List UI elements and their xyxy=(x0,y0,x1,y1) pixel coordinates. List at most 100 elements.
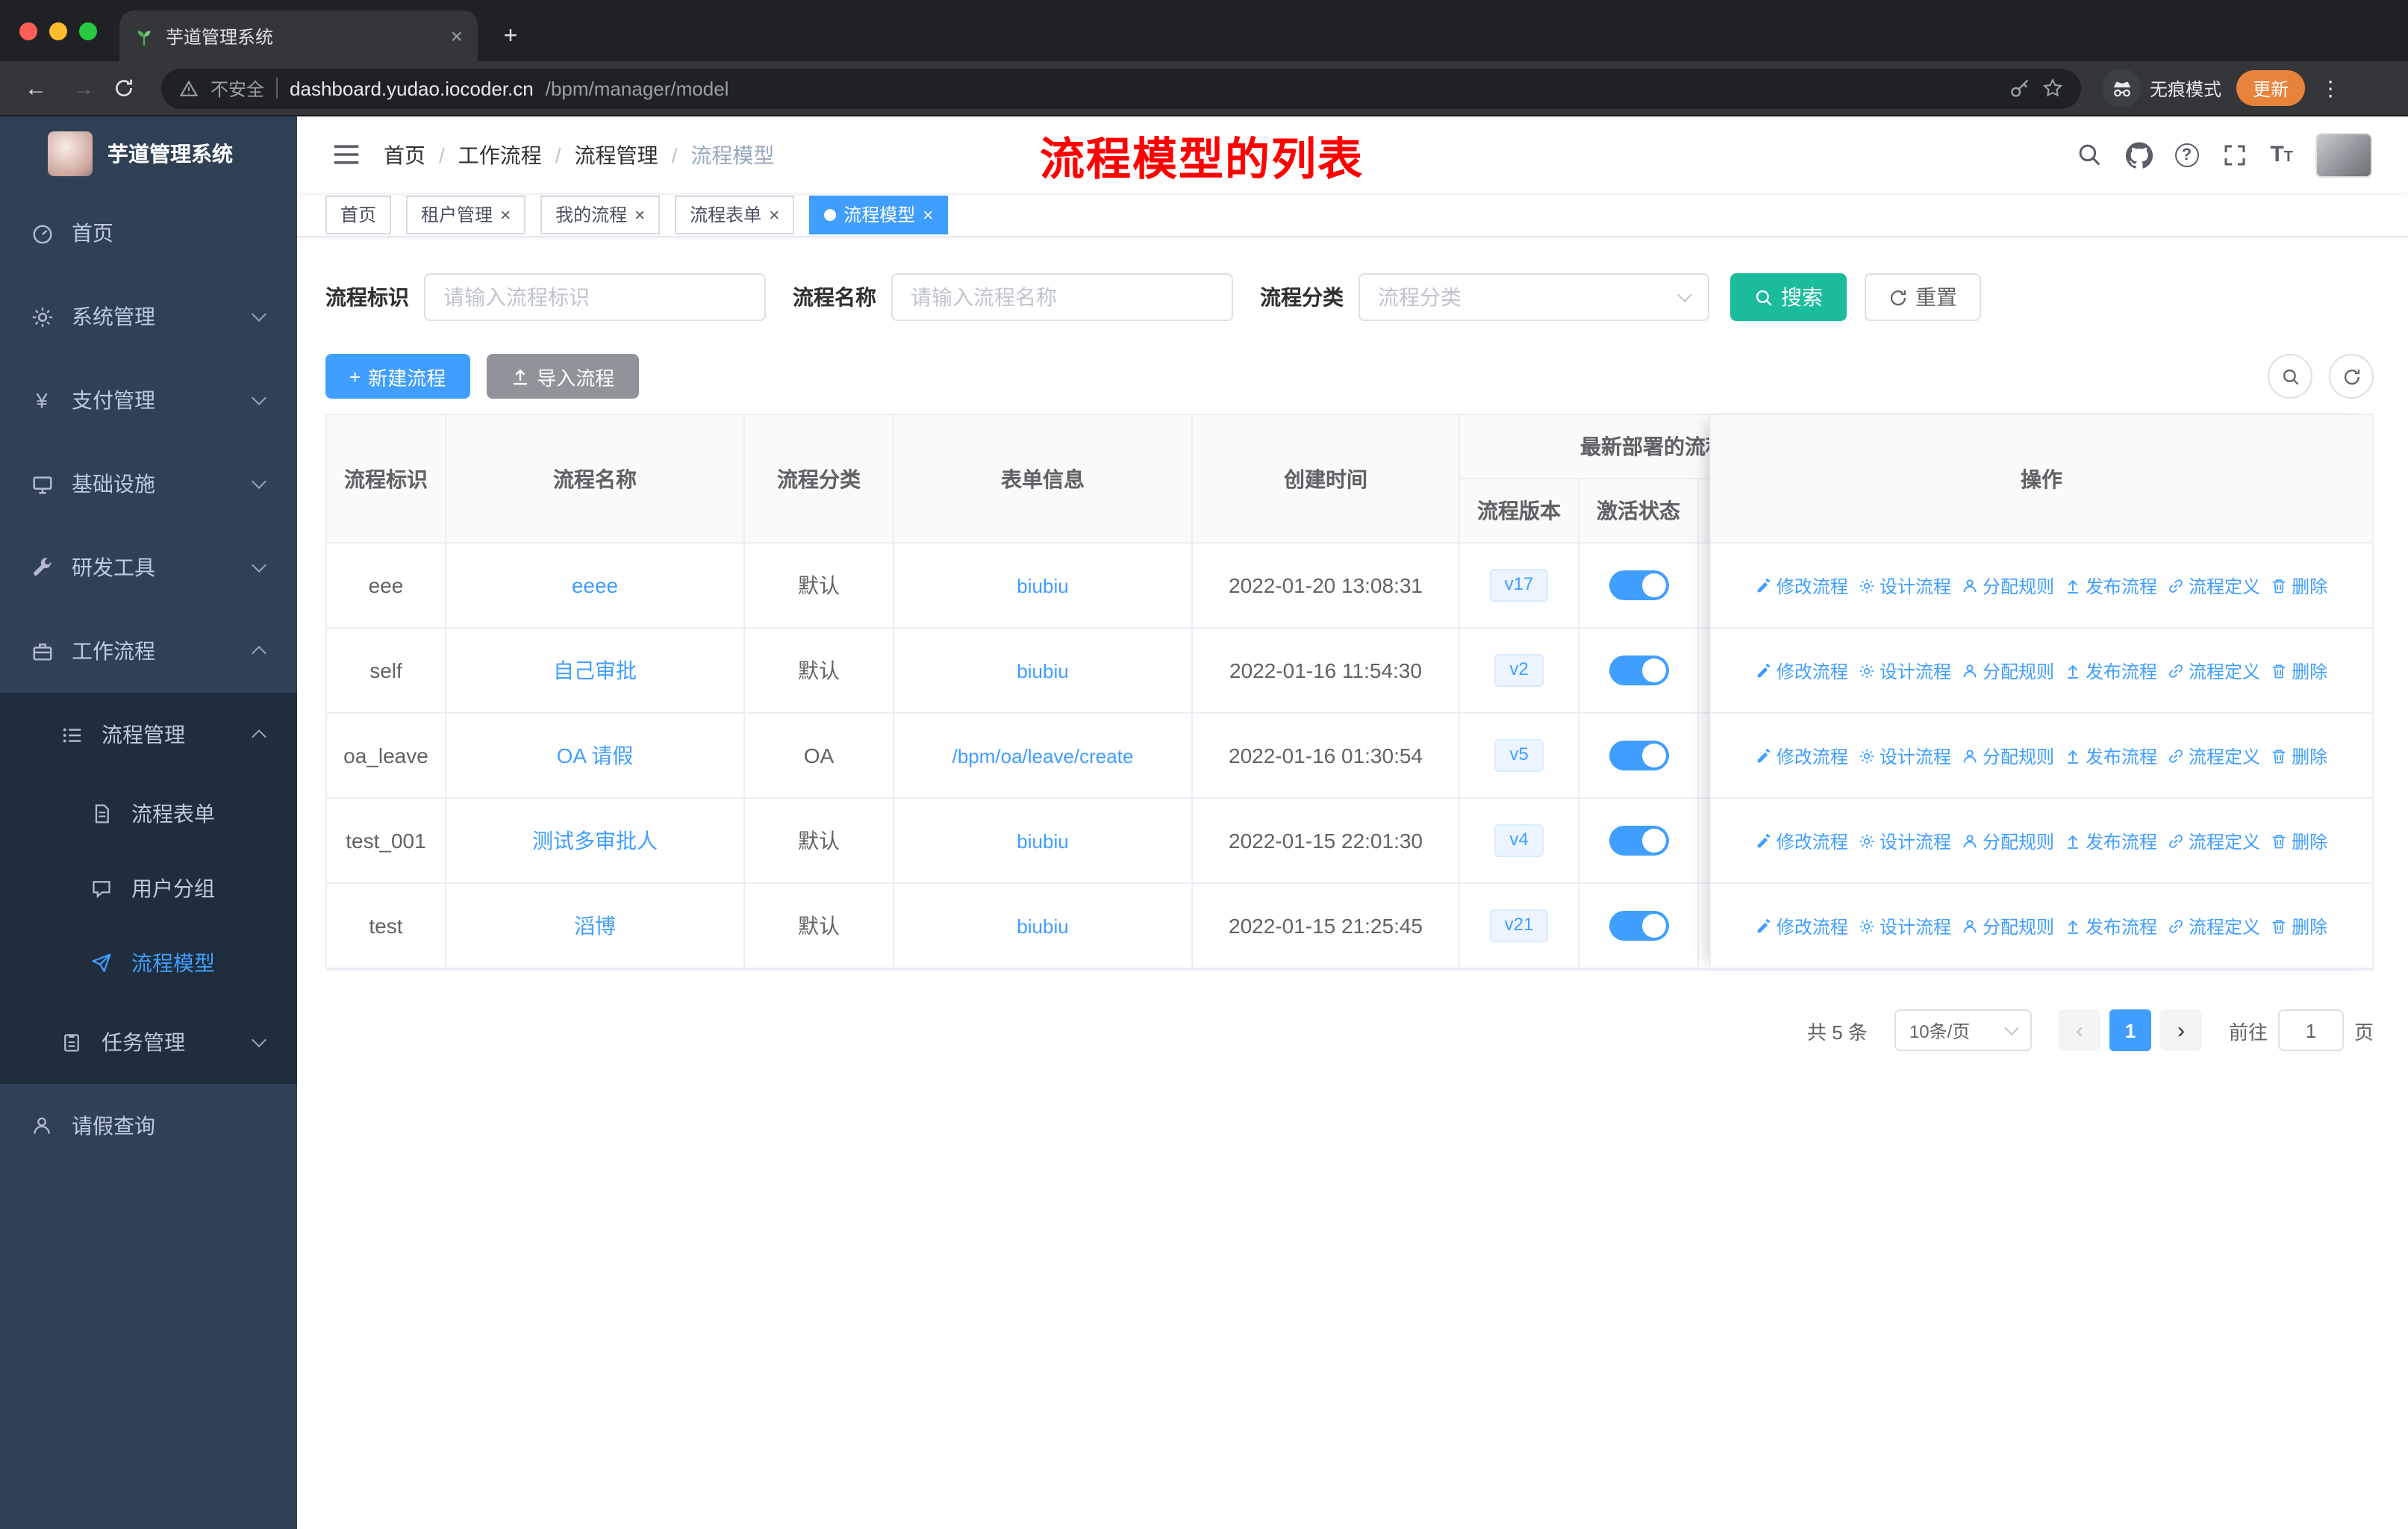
sidebar-item-process-model[interactable]: 流程模型 xyxy=(0,926,297,1000)
process-name-link[interactable]: 自己审批 xyxy=(553,655,637,685)
publish-process-link[interactable]: 发布流程 xyxy=(2065,913,2157,938)
delete-process-link[interactable]: 删除 xyxy=(2271,913,2327,938)
browser-menu-icon[interactable]: ⋮ xyxy=(2320,75,2341,101)
font-size-icon[interactable]: TT xyxy=(2270,142,2293,167)
import-process-button[interactable]: 导入流程 xyxy=(486,354,639,399)
assign-rule-link[interactable]: 分配规则 xyxy=(1962,743,2054,768)
assign-rule-link[interactable]: 分配规则 xyxy=(1962,658,2054,683)
process-name-link[interactable]: eeee xyxy=(572,573,618,597)
delete-process-link[interactable]: 删除 xyxy=(2271,743,2327,768)
avatar[interactable] xyxy=(2315,132,2372,177)
process-name-link[interactable]: 测试多审批人 xyxy=(532,826,658,856)
active-toggle[interactable] xyxy=(1609,826,1668,856)
publish-process-link[interactable]: 发布流程 xyxy=(2065,828,2157,853)
tag-tenant[interactable]: 租户管理 × xyxy=(406,195,526,234)
process-definition-link[interactable]: 流程定义 xyxy=(2168,573,2260,598)
new-tab-button[interactable]: + xyxy=(496,24,525,51)
delete-process-link[interactable]: 删除 xyxy=(2271,573,2327,598)
delete-process-link[interactable]: 删除 xyxy=(2271,658,2327,683)
fullscreen-icon[interactable] xyxy=(2221,141,2248,168)
tab-close-icon[interactable]: × xyxy=(451,24,463,48)
close-icon[interactable]: × xyxy=(500,205,511,223)
form-info-link[interactable]: /bpm/oa/leave/create xyxy=(952,744,1134,767)
breadcrumb-home[interactable]: 首页 xyxy=(384,140,458,169)
search-button[interactable]: 搜索 xyxy=(1730,273,1847,321)
show-search-button[interactable] xyxy=(2268,354,2312,399)
process-definition-link[interactable]: 流程定义 xyxy=(2168,743,2260,768)
sidebar-item-devtools[interactable]: 研发工具 xyxy=(0,526,297,609)
tag-process-model[interactable]: 流程模型 × xyxy=(809,195,949,234)
process-name-input[interactable] xyxy=(891,273,1233,321)
close-window-button[interactable] xyxy=(19,22,37,40)
bookmark-star-icon[interactable] xyxy=(2042,78,2063,99)
active-toggle[interactable] xyxy=(1609,911,1668,941)
tag-process-form[interactable]: 流程表单 × xyxy=(675,195,795,234)
sidebar-item-home[interactable]: 首页 xyxy=(0,191,297,275)
form-info-link[interactable]: biubiu xyxy=(1017,829,1068,852)
create-process-button[interactable]: + 新建流程 xyxy=(325,354,470,399)
sidebar-item-user-group[interactable]: 用户分组 xyxy=(0,851,297,926)
assign-rule-link[interactable]: 分配规则 xyxy=(1962,828,2054,853)
edit-process-link[interactable]: 修改流程 xyxy=(1756,743,1848,768)
prev-page-button[interactable]: ‹ xyxy=(2058,1009,2100,1051)
app-logo-row[interactable]: 芋道管理系统 xyxy=(0,116,297,191)
search-icon[interactable] xyxy=(2076,141,2103,168)
process-name-link[interactable]: OA 请假 xyxy=(557,741,634,770)
active-toggle[interactable] xyxy=(1609,741,1668,770)
refresh-table-button[interactable] xyxy=(2329,354,2374,399)
process-name-link[interactable]: 滔博 xyxy=(574,911,616,941)
close-icon[interactable]: × xyxy=(923,205,933,223)
form-info-link[interactable]: biubiu xyxy=(1017,659,1068,682)
active-toggle[interactable] xyxy=(1609,655,1668,685)
delete-process-link[interactable]: 删除 xyxy=(2271,828,2327,853)
active-toggle[interactable] xyxy=(1609,570,1668,600)
current-page-button[interactable]: 1 xyxy=(2109,1009,2151,1051)
design-process-link[interactable]: 设计流程 xyxy=(1859,658,1951,683)
browser-tab[interactable]: 芋道管理系统 × xyxy=(119,10,478,61)
publish-process-link[interactable]: 发布流程 xyxy=(2065,658,2157,683)
address-bar[interactable]: 不安全 dashboard.yudao.iocoder.cn/bpm/manag… xyxy=(161,68,2081,108)
edit-process-link[interactable]: 修改流程 xyxy=(1756,573,1848,598)
breadcrumb-process-manage[interactable]: 流程管理 xyxy=(575,140,691,169)
sidebar-item-process-form[interactable]: 流程表单 xyxy=(0,776,297,851)
edit-process-link[interactable]: 修改流程 xyxy=(1756,913,1848,938)
github-icon[interactable] xyxy=(2125,141,2153,168)
assign-rule-link[interactable]: 分配规则 xyxy=(1962,913,2054,938)
form-info-link[interactable]: biubiu xyxy=(1017,574,1068,597)
design-process-link[interactable]: 设计流程 xyxy=(1859,828,1951,853)
next-page-button[interactable]: › xyxy=(2159,1009,2202,1051)
sidebar-item-workflow[interactable]: 工作流程 xyxy=(0,609,297,693)
back-button[interactable]: ← xyxy=(18,75,54,101)
close-icon[interactable]: × xyxy=(769,205,779,223)
process-definition-link[interactable]: 流程定义 xyxy=(2168,913,2260,938)
goto-page-input[interactable] xyxy=(2277,1009,2344,1051)
password-key-icon[interactable] xyxy=(2009,78,2030,99)
tag-my-process[interactable]: 我的流程 × xyxy=(540,195,661,234)
sidebar-item-process-manage[interactable]: 流程管理 xyxy=(0,693,297,776)
process-definition-link[interactable]: 流程定义 xyxy=(2168,658,2260,683)
reset-button[interactable]: 重置 xyxy=(1865,273,1981,321)
assign-rule-link[interactable]: 分配规则 xyxy=(1962,573,2054,598)
sidebar-item-task-manage[interactable]: 任务管理 xyxy=(0,1000,297,1084)
sidebar-item-payment[interactable]: ¥ 支付管理 xyxy=(0,358,297,442)
sidebar-item-infra[interactable]: 基础设施 xyxy=(0,442,297,526)
reload-button[interactable] xyxy=(113,78,149,99)
tag-home[interactable]: 首页 xyxy=(325,195,392,234)
process-definition-link[interactable]: 流程定义 xyxy=(2168,828,2260,853)
publish-process-link[interactable]: 发布流程 xyxy=(2065,573,2157,598)
design-process-link[interactable]: 设计流程 xyxy=(1859,743,1951,768)
edit-process-link[interactable]: 修改流程 xyxy=(1756,828,1848,853)
sidebar-item-system[interactable]: 系统管理 xyxy=(0,275,297,358)
minimize-window-button[interactable] xyxy=(49,22,67,40)
forward-button[interactable]: → xyxy=(66,75,102,101)
help-icon[interactable]: ? xyxy=(2174,143,2199,166)
close-icon[interactable]: × xyxy=(634,205,645,223)
publish-process-link[interactable]: 发布流程 xyxy=(2065,743,2157,768)
update-browser-button[interactable]: 更新 xyxy=(2236,70,2306,106)
zoom-window-button[interactable] xyxy=(79,22,97,40)
design-process-link[interactable]: 设计流程 xyxy=(1859,573,1951,598)
process-key-input[interactable] xyxy=(424,273,766,321)
breadcrumb-workflow[interactable]: 工作流程 xyxy=(458,140,575,169)
collapse-sidebar-icon[interactable] xyxy=(333,143,360,166)
design-process-link[interactable]: 设计流程 xyxy=(1859,913,1951,938)
